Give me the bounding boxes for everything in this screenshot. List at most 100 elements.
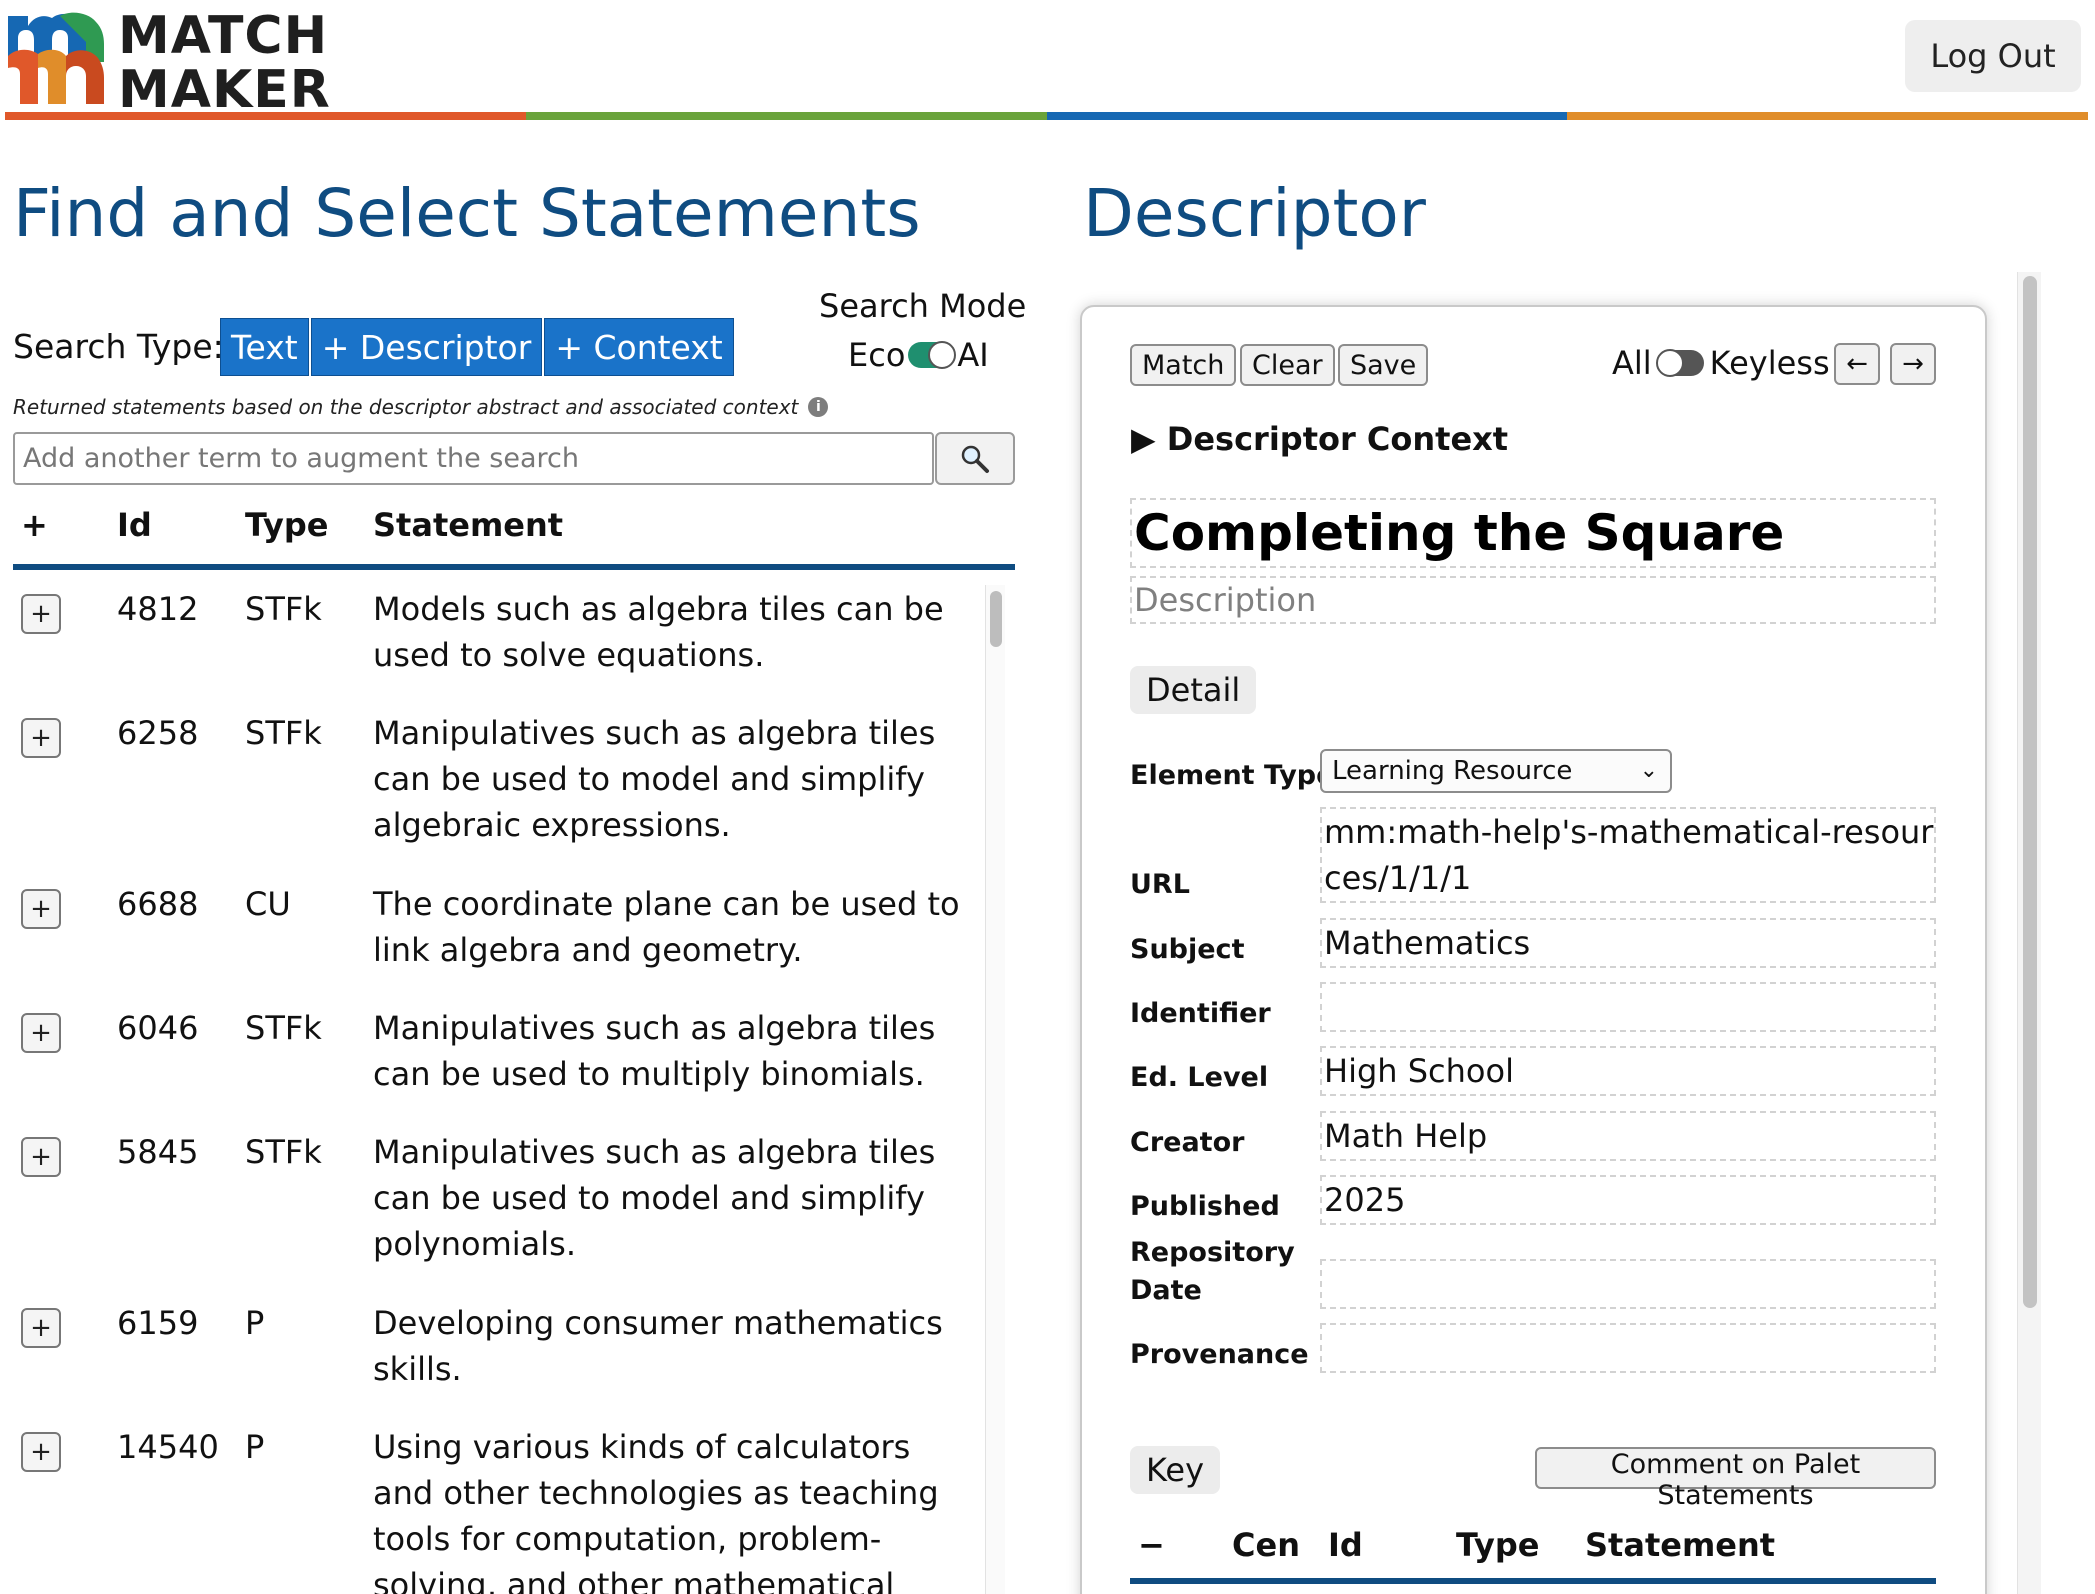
logo-word-maker: MAKER [118,60,331,120]
subject-field[interactable]: Mathematics [1320,918,1936,968]
row-type: STFk [245,590,322,628]
key-col-minus-header[interactable]: − [1138,1526,1165,1564]
row-type: STFk [245,1009,322,1047]
ed-level-label: Ed. Level [1130,1062,1269,1093]
logo-word-match: MATCH [118,6,329,66]
row-statement: Manipulatives such as algebra tiles can … [373,714,936,844]
published-label: Published [1130,1191,1280,1222]
detail-tab[interactable]: Detail [1130,666,1257,714]
toggle-knob [928,341,957,369]
search-input[interactable] [13,432,934,485]
search-type-context-button[interactable]: + Context [544,318,734,376]
row-type: P [245,1428,265,1466]
rule-segment [1046,112,1568,120]
search-note: Returned statements based on the descrip… [13,395,829,419]
previous-arrow-button[interactable]: ← [1834,343,1880,385]
right-panel-title: Descriptor [1083,175,1426,252]
identifier-field[interactable] [1320,982,1936,1032]
info-icon[interactable]: i [808,397,829,417]
element-type-select[interactable]: Learning Resource ⌄ [1320,749,1672,793]
row-type: P [245,1304,265,1342]
descriptor-context-toggle[interactable]: ▶ Descriptor Context [1131,420,1508,458]
left-panel-title: Find and Select Statements [13,175,921,252]
row-statement: Manipulatives such as algebra tiles can … [373,1133,936,1263]
col-type-header[interactable]: Type [245,506,329,544]
statements-list: + 4812 STFk Models such as algebra tiles… [13,580,1015,1594]
url-label: URL [1130,869,1190,900]
descriptor-scrollbar-thumb[interactable] [2023,276,2037,1308]
add-statement-button[interactable]: + [21,1137,61,1177]
ed-level-field[interactable]: High School [1320,1046,1936,1096]
creator-label: Creator [1130,1127,1245,1158]
key-tab[interactable]: Key [1130,1446,1221,1494]
repository-date-field[interactable] [1320,1259,1936,1309]
row-id: 6159 [117,1304,199,1342]
logout-button[interactable]: Log Out [1905,20,2081,92]
search-mode-toggle[interactable] [908,341,957,369]
add-statement-button[interactable]: + [21,1013,61,1053]
header-color-rule [5,112,2088,120]
row-id: 6688 [117,885,199,923]
descriptor-scrollbar[interactable] [2017,272,2041,1594]
row-type: STFk [245,714,322,752]
statements-scrollbar[interactable] [985,585,1005,1594]
key-col-type-header[interactable]: Type [1456,1526,1540,1564]
search-type-text-button[interactable]: Text [220,318,309,376]
statements-scrollbar-thumb[interactable] [990,591,1002,647]
keyless-label: Keyless [1709,344,1830,382]
row-statement: Developing consumer mathematics skills. [373,1304,943,1388]
row-id: 6258 [117,714,199,752]
element-type-label: Element Type [1130,760,1335,791]
published-field[interactable]: 2025 [1320,1175,1936,1225]
url-field[interactable]: mm:math-help's-mathematical-resources/1/… [1320,807,1936,903]
save-button[interactable]: Save [1338,344,1429,386]
all-label: All [1612,344,1652,382]
row-id: 14540 [117,1428,219,1466]
subject-label: Subject [1130,934,1245,965]
add-statement-button[interactable]: + [21,718,61,758]
add-statement-button[interactable]: + [21,889,61,929]
rule-segment [1567,112,2088,120]
search-note-text: Returned statements based on the descrip… [13,395,799,419]
keyless-switch: All Keyless [1612,344,1830,382]
descriptor-context-label: Descriptor Context [1166,420,1509,458]
search-type-label: Search Type: [13,327,224,366]
key-table-header: − Cen Id Type Statement [1130,1520,1936,1584]
search-button[interactable] [935,432,1015,485]
comment-on-palet-statements-button[interactable]: Comment on Palet Statements [1535,1447,1936,1511]
matchmaker-logo[interactable]: MATCH MAKER [8,6,330,116]
row-id: 5845 [117,1133,199,1171]
chevron-down-icon: ⌄ [1639,758,1658,783]
col-statement-header[interactable]: Statement [373,506,563,544]
creator-field[interactable]: Math Help [1320,1111,1936,1161]
add-statement-button[interactable]: + [21,1432,61,1472]
row-statement: The coordinate plane can be used to link… [373,885,960,969]
add-statement-button[interactable]: + [21,594,61,634]
provenance-field[interactable] [1320,1323,1936,1373]
key-col-cen-header[interactable]: Cen [1232,1526,1300,1564]
match-button[interactable]: Match [1130,344,1237,386]
element-type-value: Learning Resource [1332,756,1573,786]
description-field[interactable]: Description [1130,576,1936,624]
clear-button[interactable]: Clear [1240,344,1335,386]
key-col-statement-header[interactable]: Statement [1585,1526,1775,1564]
keyless-toggle[interactable] [1655,349,1704,377]
search-mode-label: Search Mode [819,287,1027,325]
key-col-id-header[interactable]: Id [1328,1526,1363,1564]
col-id-header[interactable]: Id [117,506,152,544]
add-statement-button[interactable]: + [21,1308,61,1348]
next-arrow-button[interactable]: → [1890,343,1936,385]
toggle-knob [1655,349,1684,377]
rule-segment [525,112,1047,120]
row-type: CU [245,885,291,923]
logo-m-icon [8,12,104,104]
row-id: 6046 [117,1009,199,1047]
descriptor-title-field[interactable]: Completing the Square [1130,498,1936,568]
provenance-label: Provenance [1130,1339,1309,1370]
search-mode-ai-label: AI [957,336,989,374]
row-statement: Manipulatives such as algebra tiles can … [373,1009,936,1093]
row-statement: Using various kinds of calculators and o… [373,1428,939,1594]
rule-segment [5,112,526,120]
search-type-descriptor-button[interactable]: + Descriptor [310,318,543,376]
statements-table-header: + Id Type Statement [13,500,1015,570]
